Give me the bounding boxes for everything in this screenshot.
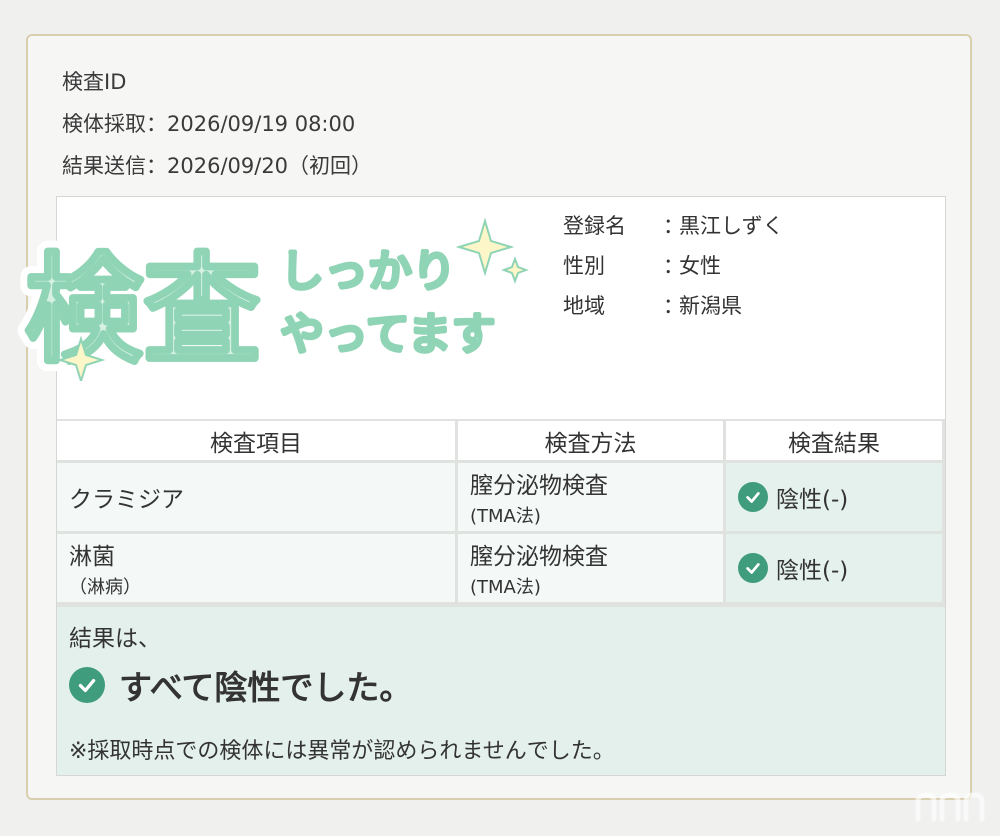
result-cell: 陰性(-) bbox=[726, 534, 945, 605]
profile-colon: ： bbox=[663, 254, 684, 278]
profile-colon: ： bbox=[663, 294, 684, 318]
result-panel: 検査 検査 しっかり やってます 登録名 ： 黒江しずく 性別 ： 女性 地域 … bbox=[16, 196, 946, 776]
profile-key: 地域 bbox=[563, 294, 605, 318]
profile-row-name: 登録名 ： 黒江しずく bbox=[563, 205, 784, 245]
profile-colon: ： bbox=[663, 214, 684, 238]
check-circle-icon bbox=[69, 667, 105, 703]
item-cell: クラミジア bbox=[57, 463, 458, 534]
checked-badge-graphic: 検査 検査 しっかり やってます bbox=[16, 217, 529, 381]
badge-line2: やってます bbox=[280, 309, 496, 360]
badge-line1: しっかり bbox=[280, 246, 456, 297]
check-circle-icon bbox=[738, 553, 768, 583]
method-detail: (TMA法) bbox=[470, 506, 541, 527]
profile-key: 登録名 bbox=[563, 214, 626, 238]
sparkle-icon bbox=[455, 217, 515, 277]
table-header-row: 検査項目 検査方法 検査結果 bbox=[57, 421, 945, 463]
result-cell: 陰性(-) bbox=[726, 463, 945, 534]
results-table: 検査項目 検査方法 検査結果 クラミジア 膣分泌物検査 (TMA法) 陰性(-)… bbox=[57, 421, 945, 605]
header-test-item: 検査項目 bbox=[57, 421, 458, 463]
item-name: クラミジア bbox=[69, 487, 184, 513]
profile-section: 検査 検査 しっかり やってます 登録名 ： 黒江しずく 性別 ： 女性 地域 … bbox=[16, 197, 945, 419]
summary-section: 結果は、 すべて陰性でした。 ※採取時点での検体には異常が認められませんでした。 bbox=[57, 607, 945, 775]
badge-main-outline: 検査 bbox=[25, 241, 261, 379]
method-name: 膣分泌物検査 bbox=[470, 473, 608, 499]
summary-main-text: すべて陰性でした。 bbox=[119, 668, 413, 707]
check-circle-icon bbox=[738, 482, 768, 512]
profile-value: 女性 bbox=[679, 254, 721, 278]
item-cell: 淋菌 （淋病） bbox=[57, 534, 458, 605]
result-value: 陰性(-) bbox=[776, 558, 849, 584]
summary-intro: 結果は、 bbox=[69, 626, 161, 652]
summary-main: すべて陰性でした。 bbox=[69, 661, 412, 709]
method-name: 膣分泌物検査 bbox=[470, 544, 608, 570]
profile-row-region: 地域 ： 新潟県 bbox=[563, 285, 784, 325]
test-result-card: 検査ID 検体採取：2026/09/19 08:00 結果送信：2026/09/… bbox=[16, 34, 972, 800]
profile-row-gender: 性別 ： 女性 bbox=[563, 245, 784, 285]
profile-info: 登録名 ： 黒江しずく 性別 ： 女性 地域 ： 新潟県 bbox=[563, 205, 784, 325]
method-cell: 膣分泌物検査 (TMA法) bbox=[458, 534, 726, 605]
table-row: 淋菌 （淋病） 膣分泌物検査 (TMA法) 陰性(-) bbox=[57, 534, 945, 605]
profile-value: 新潟県 bbox=[679, 294, 742, 318]
watermark-logo bbox=[912, 789, 992, 832]
item-name: 淋菌 bbox=[69, 544, 115, 570]
method-cell: 膣分泌物検査 (TMA法) bbox=[458, 463, 726, 534]
watermark-logo-icon bbox=[915, 792, 985, 822]
header-test-result: 検査結果 bbox=[726, 421, 945, 463]
result-sent-date: 結果送信：2026/09/20（初回） bbox=[62, 154, 373, 178]
summary-note: ※採取時点での検体には異常が認められませんでした。 bbox=[69, 739, 615, 764]
table-row: クラミジア 膣分泌物検査 (TMA法) 陰性(-) bbox=[57, 463, 945, 534]
sparkle-icon-small bbox=[501, 256, 529, 284]
collection-datetime: 検体採取：2026/09/19 08:00 bbox=[62, 112, 356, 136]
item-detail: （淋病） bbox=[69, 577, 141, 598]
header-test-method: 検査方法 bbox=[458, 421, 726, 463]
method-detail: (TMA法) bbox=[470, 577, 541, 598]
profile-value: 黒江しずく bbox=[679, 214, 784, 238]
result-value: 陰性(-) bbox=[776, 487, 849, 513]
test-id-label: 検査ID bbox=[62, 70, 127, 94]
profile-key: 性別 bbox=[563, 254, 605, 278]
